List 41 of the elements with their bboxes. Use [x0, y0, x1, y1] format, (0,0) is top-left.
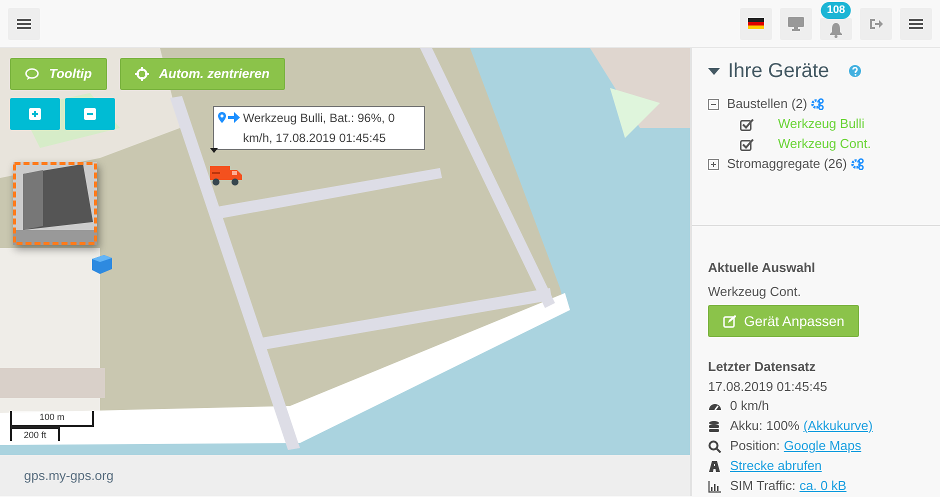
panel-title: Ihre Geräte: [728, 59, 830, 84]
info-text: Position:: [730, 437, 780, 455]
edit-device-button[interactable]: Gerät Anpassen: [708, 305, 860, 337]
expand-icon[interactable]: [708, 158, 719, 170]
info-link[interactable]: (Akkukurve): [803, 416, 873, 436]
notification-badge: 108: [820, 2, 852, 18]
timestamp: 17.08.2019 01:45:45: [708, 378, 828, 396]
caret-down-icon[interactable]: [708, 65, 720, 77]
checkbox[interactable]: [740, 138, 754, 150]
logout-icon: [869, 18, 883, 30]
menu-icon: [17, 18, 31, 30]
device-link[interactable]: Werkzeug Bulli: [778, 114, 864, 134]
monitor-icon: [788, 16, 804, 30]
info-text: Akku: 100%: [730, 417, 800, 435]
collapse-icon[interactable]: [708, 98, 719, 110]
bar-chart-icon: [708, 480, 722, 492]
info-text: SIM Traffic:: [730, 477, 796, 495]
group-label[interactable]: Stromaggregate (26): [727, 154, 847, 174]
bell-icon: [829, 22, 843, 38]
section-heading: Letzter Datensatz: [708, 358, 817, 376]
menu-icon: [909, 18, 923, 30]
info-link[interactable]: ca. 0 kB: [800, 476, 846, 496]
device-link[interactable]: Werkzeug Cont.: [778, 134, 871, 154]
menu-button[interactable]: [900, 8, 932, 40]
gears-icon[interactable]: [811, 98, 824, 110]
info-link[interactable]: Google Maps: [784, 436, 862, 456]
road-icon: [708, 460, 722, 472]
checkbox[interactable]: [740, 118, 754, 130]
search-icon: [708, 440, 722, 452]
flag-icon: [748, 18, 764, 29]
group-label[interactable]: Baustellen (2): [727, 94, 808, 114]
edit-icon: [723, 314, 736, 328]
selected-device: Werkzeug Cont.: [708, 282, 802, 301]
info-text: 0 km/h: [730, 397, 770, 415]
menu-button[interactable]: [8, 8, 40, 40]
database-icon: [708, 420, 722, 432]
section-heading: Aktuelle Auswahl: [708, 259, 816, 277]
flag-button[interactable]: [740, 8, 772, 40]
info-link[interactable]: Strecke abrufen: [730, 456, 822, 476]
gears-icon[interactable]: [850, 158, 864, 170]
footer-text: gps.my-gps.org: [24, 466, 114, 485]
